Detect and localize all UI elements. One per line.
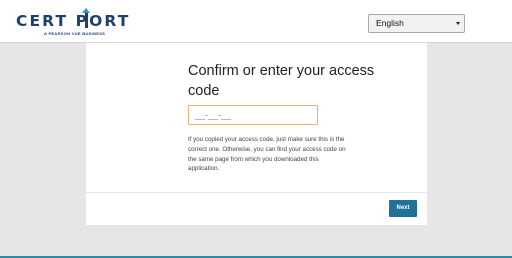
card-divider [86,192,427,193]
chevron-down-icon [456,22,460,25]
help-text: If you copied your access code, just mak… [188,136,346,173]
next-button[interactable]: Next [389,200,417,217]
logo-divider [85,13,88,28]
access-code-card: Confirm or enter your access code If you… [86,43,427,225]
page-title: Confirm or enter your access code [188,63,375,99]
access-code-input[interactable] [188,105,318,125]
language-select-value: English [376,18,404,28]
language-select[interactable]: English [368,14,465,33]
top-bar: CERT PORT A PEARSON VUE BUSINESS English [0,0,512,43]
certiport-logo: CERT PORT A PEARSON VUE BUSINESS [16,8,131,38]
logo-brand: CERT PORT [16,12,131,30]
logo-tagline: A PEARSON VUE BUSINESS [44,31,106,36]
